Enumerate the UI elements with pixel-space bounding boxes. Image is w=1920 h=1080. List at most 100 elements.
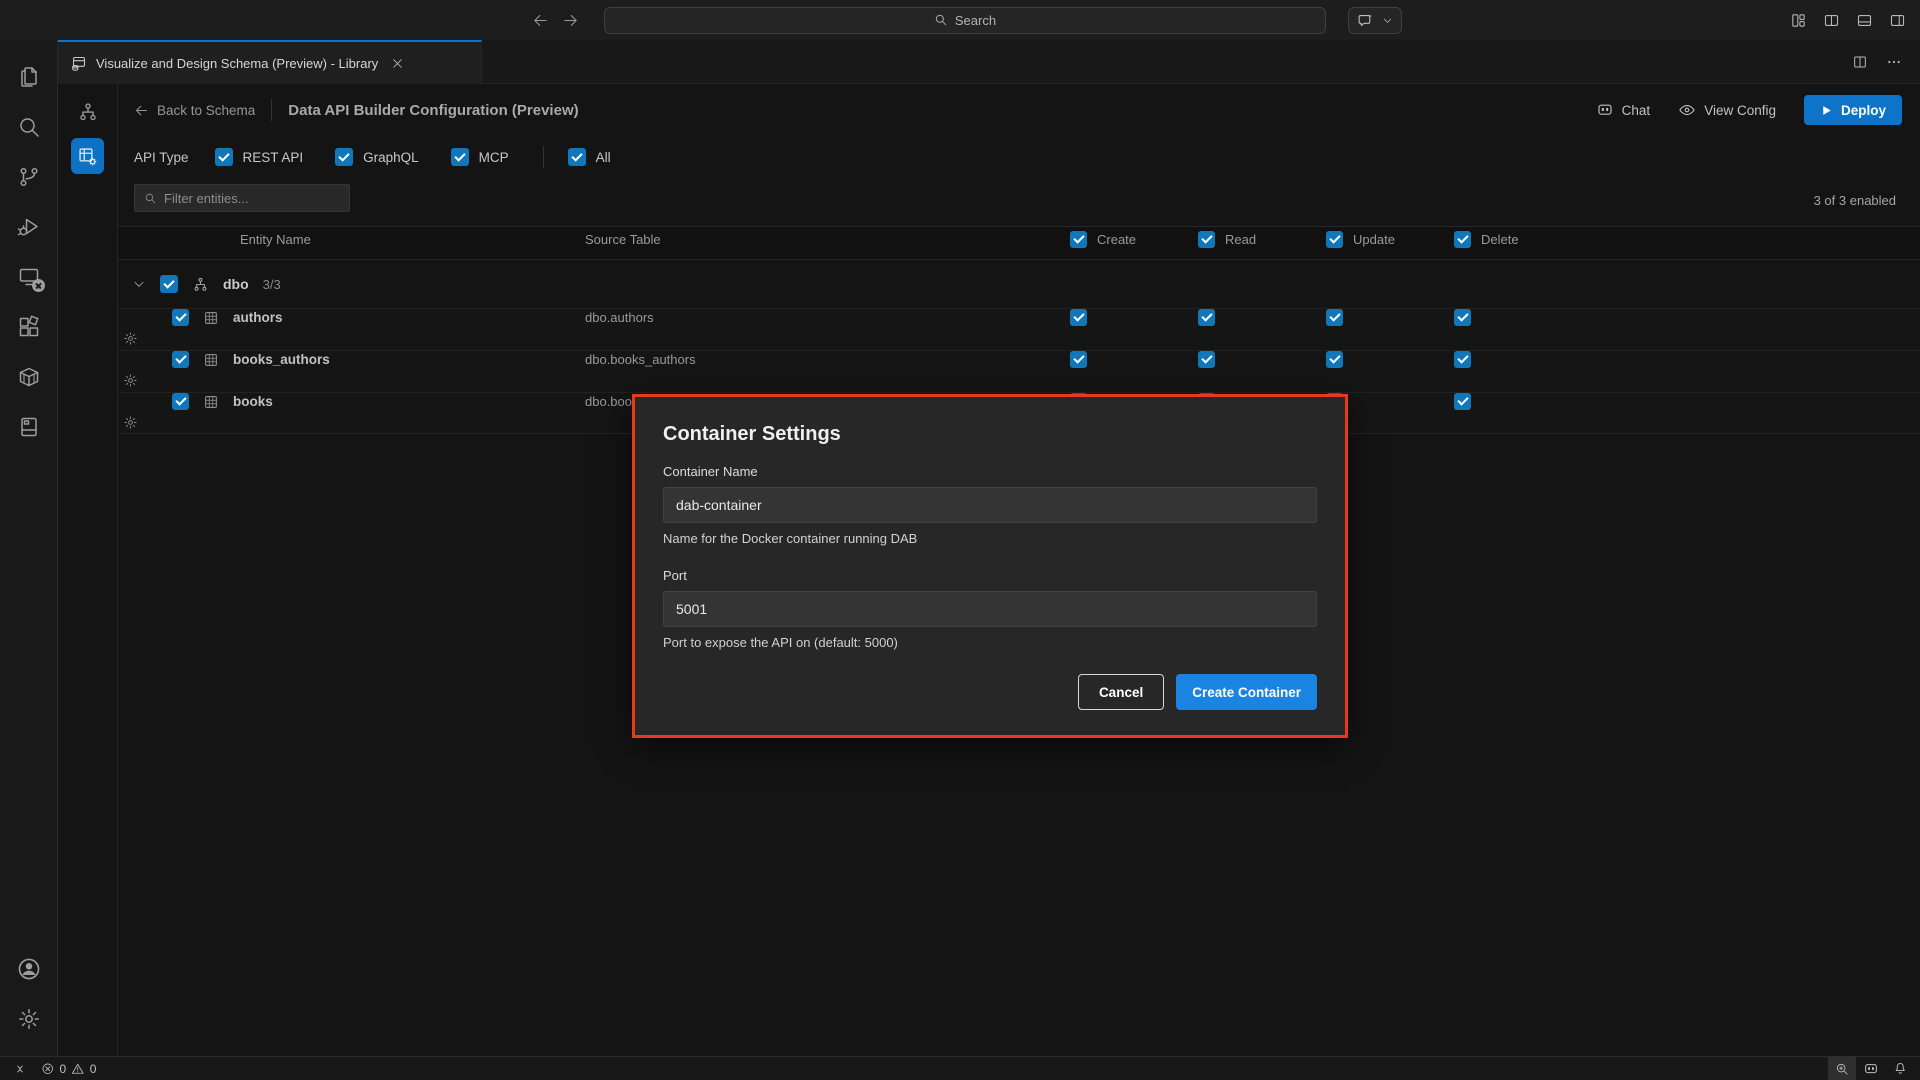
checkbox-create-all[interactable]: [1070, 231, 1087, 248]
layout-customize-icon[interactable]: [1790, 12, 1807, 29]
checkbox-delete[interactable]: [1454, 309, 1471, 326]
chevron-down-icon[interactable]: [132, 277, 146, 291]
container-name-label: Container Name: [663, 464, 1317, 479]
search-icon[interactable]: [6, 104, 52, 150]
dab-config-tab-selected[interactable]: [71, 138, 104, 174]
activity-bar: [0, 40, 58, 1056]
checkbox-mcp[interactable]: [451, 148, 469, 166]
sidebar-right-icon[interactable]: [1889, 12, 1906, 29]
extensions-icon[interactable]: [6, 304, 52, 350]
api-type-filter-row: API Type REST API GraphQL MCP All: [118, 138, 1920, 176]
view-config-button[interactable]: View Config: [1678, 101, 1776, 119]
eye-icon: [1678, 101, 1696, 119]
graphql-label[interactable]: GraphQL: [363, 150, 419, 165]
nav-back-icon[interactable]: [530, 10, 550, 30]
chat-sparkle-icon: [1357, 12, 1374, 29]
remote-indicator[interactable]: [6, 1057, 34, 1080]
command-center-search[interactable]: Search: [604, 7, 1326, 34]
deploy-button[interactable]: Deploy: [1804, 95, 1902, 125]
checkbox-all[interactable]: [568, 148, 586, 166]
checkbox-entity[interactable]: [172, 393, 189, 410]
copilot-icon: [1596, 101, 1614, 119]
run-debug-icon[interactable]: [6, 204, 52, 250]
nav-forward-icon[interactable]: [560, 10, 580, 30]
split-editor-icon[interactable]: [1852, 54, 1868, 70]
checkbox-read[interactable]: [1198, 309, 1215, 326]
mcp-label[interactable]: MCP: [479, 150, 509, 165]
container-name-input[interactable]: [663, 487, 1317, 523]
notifications-bell-icon[interactable]: [1886, 1057, 1915, 1080]
checkbox-create[interactable]: [1070, 309, 1087, 326]
problems-indicator[interactable]: 0 0: [34, 1057, 103, 1080]
back-to-schema-label: Back to Schema: [157, 103, 255, 118]
checkbox-entity[interactable]: [172, 309, 189, 326]
arrow-left-icon: [134, 103, 149, 118]
cancel-button[interactable]: Cancel: [1078, 674, 1164, 710]
checkbox-update[interactable]: [1326, 351, 1343, 368]
group-count: 3/3: [263, 277, 281, 292]
schema-designer-icon: [70, 55, 87, 72]
schema-visualize-icon[interactable]: [72, 96, 104, 128]
account-icon[interactable]: [6, 946, 52, 992]
explorer-icon[interactable]: [6, 54, 52, 100]
checkbox-rest-api[interactable]: [215, 148, 233, 166]
more-actions-icon[interactable]: [1886, 54, 1902, 70]
container-icon[interactable]: [6, 354, 52, 400]
checkbox-read-all[interactable]: [1198, 231, 1215, 248]
remote-error-badge: [32, 279, 45, 292]
copilot-status-icon[interactable]: [1856, 1057, 1886, 1080]
split-columns-icon[interactable]: [1823, 12, 1840, 29]
entity-settings-gear-icon[interactable]: [118, 410, 142, 434]
port-input[interactable]: [663, 591, 1317, 627]
entity-settings-gear-icon[interactable]: [118, 368, 142, 392]
tab-bar: Visualize and Design Schema (Preview) - …: [58, 40, 1920, 84]
container-name-help: Name for the Docker container running DA…: [663, 531, 1317, 546]
checkbox-delete[interactable]: [1454, 351, 1471, 368]
search-icon: [144, 192, 157, 205]
checkbox-read[interactable]: [1198, 351, 1215, 368]
dialog-title: Container Settings: [663, 423, 1317, 446]
entity-name: books_authors: [233, 352, 330, 367]
vscode-window: Search: [0, 0, 1920, 1080]
settings-gear-icon[interactable]: [6, 996, 52, 1042]
zoom-in-icon[interactable]: [1828, 1057, 1856, 1080]
rest-api-label[interactable]: REST API: [243, 150, 304, 165]
checkbox-create[interactable]: [1070, 351, 1087, 368]
filter-entities-field[interactable]: [134, 184, 350, 212]
remote-explorer-icon[interactable]: [6, 254, 52, 300]
back-to-schema-button[interactable]: Back to Schema: [134, 103, 255, 118]
schema-icon: [192, 276, 209, 293]
entity-settings-gear-icon[interactable]: [118, 326, 142, 350]
title-bar: Search: [0, 0, 1920, 40]
schema-group-row: dbo 3/3: [118, 260, 1920, 308]
read-header: Read: [1225, 232, 1256, 247]
port-label: Port: [663, 568, 1317, 583]
source-control-icon[interactable]: [6, 154, 52, 200]
chat-label: Chat: [1622, 103, 1651, 118]
create-container-button[interactable]: Create Container: [1176, 674, 1317, 710]
warning-count: 0: [90, 1062, 97, 1076]
chat-button[interactable]: Chat: [1596, 101, 1651, 119]
tab-close-icon[interactable]: [391, 57, 404, 70]
filter-entities-input[interactable]: [164, 191, 324, 206]
error-icon: [41, 1062, 55, 1076]
checkbox-delete-all[interactable]: [1454, 231, 1471, 248]
tab-visualize-design-schema[interactable]: Visualize and Design Schema (Preview) - …: [58, 40, 482, 84]
database-icon[interactable]: [6, 404, 52, 450]
copilot-chat-button[interactable]: [1348, 7, 1402, 34]
table-grid-icon: [203, 352, 219, 368]
all-label[interactable]: All: [596, 150, 611, 165]
container-settings-dialog: Container Settings Container Name Name f…: [632, 394, 1348, 738]
checkbox-group-dbo[interactable]: [160, 275, 178, 293]
table-grid-icon: [203, 394, 219, 410]
checkbox-update-all[interactable]: [1326, 231, 1343, 248]
panel-bottom-icon[interactable]: [1856, 12, 1873, 29]
remote-indicator-icon: [13, 1062, 27, 1076]
entity-name-header: Entity Name: [118, 232, 585, 247]
table-grid-icon: [203, 310, 219, 326]
checkbox-delete[interactable]: [1454, 393, 1471, 410]
checkbox-entity[interactable]: [172, 351, 189, 368]
table-row: authors dbo.authors: [118, 308, 1920, 350]
checkbox-graphql[interactable]: [335, 148, 353, 166]
checkbox-update[interactable]: [1326, 309, 1343, 326]
